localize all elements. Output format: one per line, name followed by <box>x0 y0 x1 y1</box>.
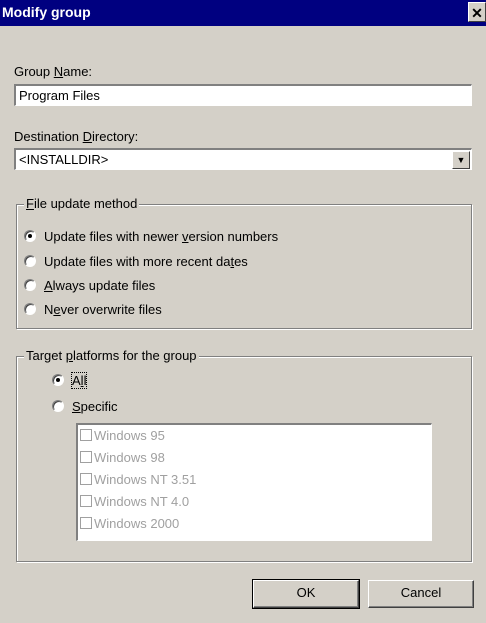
list-item[interactable]: Windows 2000 <box>80 515 179 533</box>
ok-button[interactable]: OK <box>252 579 360 609</box>
modify-group-dialog: Modify group ✕ Group Name: Program Files… <box>0 0 486 623</box>
list-item[interactable]: Windows 95 <box>80 427 165 445</box>
dropdown-arrow-icon[interactable]: ▼ <box>452 151 470 169</box>
cancel-button[interactable]: Cancel <box>368 580 474 608</box>
radio-button[interactable] <box>52 400 64 412</box>
radio-platform-all-label: All <box>70 372 88 389</box>
window-title: Modify group <box>2 4 91 20</box>
target-platforms-title: Target platforms for the group <box>24 348 199 363</box>
radio-button-selected[interactable] <box>52 374 64 386</box>
checkbox-icon[interactable] <box>80 517 92 529</box>
title-bar[interactable]: Modify group ✕ <box>0 0 486 26</box>
checkbox-icon[interactable] <box>80 495 92 507</box>
radio-button[interactable] <box>24 255 36 267</box>
list-item[interactable]: Windows NT 4.0 <box>80 493 189 511</box>
radio-button[interactable] <box>24 279 36 291</box>
destination-directory-select[interactable]: <INSTALLDIR> ▼ <box>14 148 472 170</box>
radio-button-selected[interactable] <box>24 230 36 242</box>
radio-update-newer-version[interactable]: Update files with newer version numbers <box>24 228 278 246</box>
close-icon[interactable]: ✕ <box>468 2 486 22</box>
group-name-input[interactable]: Program Files <box>14 84 472 106</box>
radio-update-recent-dates[interactable]: Update files with more recent dates <box>24 253 248 271</box>
radio-never-overwrite[interactable]: Never overwrite files <box>24 301 162 319</box>
list-item[interactable]: Windows NT 3.51 <box>80 471 196 489</box>
group-name-label: Group Name: <box>14 64 93 79</box>
destination-directory-value: <INSTALLDIR> <box>19 152 109 167</box>
checkbox-icon[interactable] <box>80 451 92 463</box>
radio-platform-specific[interactable]: Specific <box>52 398 118 416</box>
radio-platform-all[interactable]: All <box>52 372 88 390</box>
checkbox-icon[interactable] <box>80 473 92 485</box>
checkbox-icon[interactable] <box>80 429 92 441</box>
destination-directory-label: Destination Directory: <box>14 129 139 144</box>
file-update-method-title: File update method <box>24 196 140 211</box>
radio-always-update[interactable]: Always update files <box>24 277 155 295</box>
radio-button[interactable] <box>24 303 36 315</box>
platform-list[interactable]: Windows 95 Windows 98 Windows NT 3.51 Wi… <box>76 423 432 541</box>
list-item[interactable]: Windows 98 <box>80 449 165 467</box>
group-name-value: Program Files <box>19 88 100 103</box>
